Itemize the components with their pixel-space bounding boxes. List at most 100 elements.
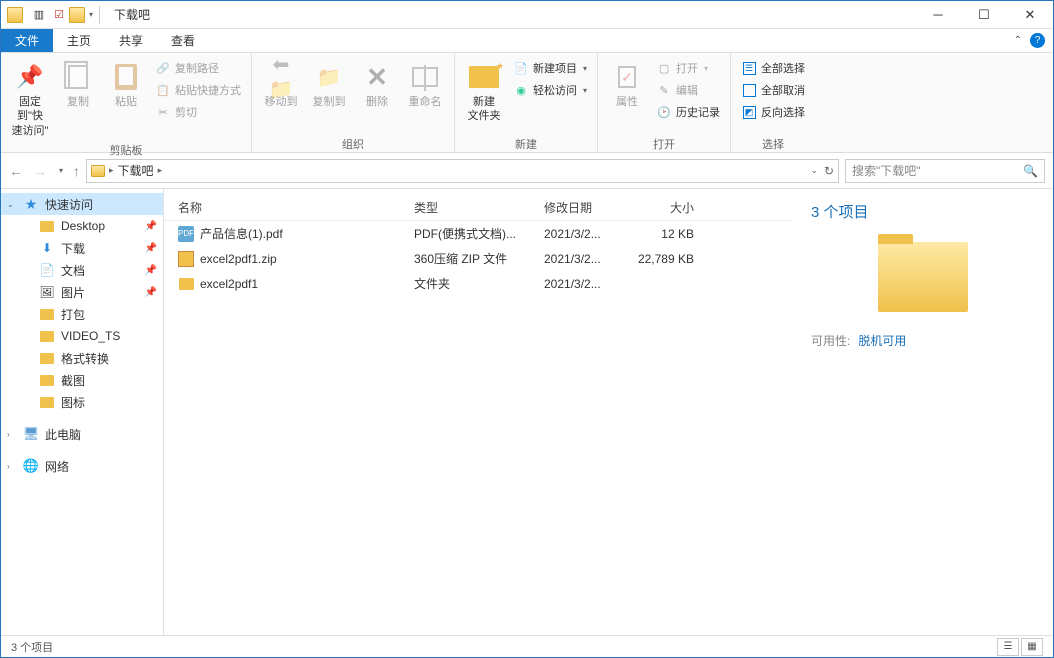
history-button[interactable]: 🕑 历史记录: [652, 101, 724, 123]
ribbon-group-open: ✓ 属性 ▢ 打开 ▾ ✎ 编辑 🕑 历史记录 打开: [598, 53, 731, 152]
properties-icon: ✓: [618, 66, 636, 88]
recent-dropdown-icon[interactable]: ▾: [59, 166, 63, 175]
file-name: excel2pdf1: [200, 277, 258, 291]
copy-path-button[interactable]: 🔗 复制路径: [151, 57, 245, 79]
delete-button[interactable]: ✕ 删除: [354, 57, 400, 113]
sidebar-item[interactable]: 打包: [1, 303, 163, 325]
folder-icon: [178, 276, 194, 292]
qat-folder-icon[interactable]: [69, 7, 85, 23]
paste-shortcut-icon: 📋: [155, 82, 171, 98]
zip-icon: [178, 251, 194, 267]
expand-icon[interactable]: ›: [7, 430, 10, 439]
paste-shortcut-button[interactable]: 📋 粘贴快捷方式: [151, 79, 245, 101]
sidebar-item[interactable]: Desktop📌: [1, 215, 163, 237]
copyto-icon: 📁: [317, 65, 342, 90]
address-arrow-icon[interactable]: ▸: [109, 165, 114, 176]
qat-dropdown-icon[interactable]: ▾: [89, 10, 93, 19]
copy-button[interactable]: 复制: [55, 57, 101, 113]
column-type[interactable]: 类型: [414, 199, 544, 216]
file-type: PDF(便携式文档)...: [414, 225, 544, 242]
sidebar-item-label: 格式转换: [61, 350, 109, 367]
sidebar-item[interactable]: 图标: [1, 391, 163, 413]
file-type: 360压缩 ZIP 文件: [414, 250, 544, 267]
expand-icon[interactable]: ⌄: [7, 200, 14, 209]
search-placeholder: 搜索"下载吧": [852, 162, 921, 179]
file-name: excel2pdf1.zip: [200, 252, 277, 266]
file-row[interactable]: excel2pdf1.zip360压缩 ZIP 文件2021/3/2...22,…: [164, 246, 793, 271]
select-none-button[interactable]: 全部取消: [737, 79, 809, 101]
file-row[interactable]: PDF产品信息(1).pdfPDF(便携式文档)...2021/3/2...12…: [164, 221, 793, 246]
details-folder-icon: [878, 242, 968, 312]
sidebar-item[interactable]: 📄 文档 📌: [1, 259, 163, 281]
navigation-bar: ← → ▾ ↑ ▸ 下载吧 ▸ ⌄ ↻ 搜索"下载吧" 🔍: [1, 153, 1053, 189]
up-button[interactable]: ↑: [73, 163, 80, 179]
details-pane: 3 个项目 可用性: 脱机可用: [793, 189, 1053, 635]
tab-share[interactable]: 共享: [105, 29, 157, 52]
file-date: 2021/3/2...: [544, 277, 624, 291]
edit-icon: ✎: [656, 82, 672, 98]
select-all-button[interactable]: ☰ 全部选择: [737, 57, 809, 79]
expand-icon[interactable]: ›: [7, 462, 10, 471]
file-date: 2021/3/2...: [544, 252, 624, 266]
sidebar-item[interactable]: 格式转换: [1, 347, 163, 369]
sidebar-network[interactable]: › 🌐 网络: [1, 455, 163, 477]
copyto-button[interactable]: 📁 复制到: [306, 57, 352, 113]
forward-button[interactable]: →: [33, 163, 47, 179]
moveto-button[interactable]: ⬅📁 移动到: [258, 57, 304, 113]
sidebar-item-label: 文档: [61, 262, 85, 279]
breadcrumb-item[interactable]: 下载吧: [118, 162, 154, 179]
easy-access-button[interactable]: ◉ 轻松访问 ▾: [509, 79, 591, 101]
search-icon[interactable]: 🔍: [1023, 164, 1038, 178]
search-box[interactable]: 搜索"下载吧" 🔍: [845, 159, 1045, 183]
address-folder-icon: [91, 165, 105, 177]
navigation-pane: ⌄ ★ 快速访问 Desktop📌⬇下载📌 📄 文档 📌 🖼图片📌打包VIDEO_TS 格…: [1, 189, 164, 635]
paste-button[interactable]: 粘贴: [103, 57, 149, 113]
new-folder-button[interactable]: 新建 文件夹: [461, 57, 507, 128]
edit-button[interactable]: ✎ 编辑: [652, 79, 724, 101]
pin-icon: 📌: [145, 265, 157, 276]
sidebar-item[interactable]: ⬇下载📌: [1, 237, 163, 259]
close-button[interactable]: ✕: [1007, 1, 1053, 29]
view-details-button[interactable]: ☰: [997, 638, 1019, 656]
refresh-button[interactable]: ↻: [824, 164, 834, 178]
ribbon-collapse-icon[interactable]: ⌃: [1014, 35, 1022, 46]
sidebar-item[interactable]: VIDEO_TS: [1, 325, 163, 347]
ribbon-group-organize: ⬅📁 移动到 📁 复制到 ✕ 删除 重命名 组织: [252, 53, 455, 152]
new-item-button[interactable]: 📄 新建项目 ▾: [509, 57, 591, 79]
tab-file[interactable]: 文件: [1, 29, 53, 52]
star-icon: ★: [23, 196, 39, 212]
file-row[interactable]: excel2pdf1文件夹2021/3/2...: [164, 271, 793, 296]
minimize-button[interactable]: ─: [915, 1, 961, 29]
sidebar-item[interactable]: 🖼图片📌: [1, 281, 163, 303]
column-name[interactable]: 名称: [164, 199, 414, 216]
maximize-button[interactable]: ☐: [961, 1, 1007, 29]
qat-properties-icon[interactable]: ▥: [31, 7, 47, 23]
column-date[interactable]: 修改日期: [544, 199, 624, 216]
address-bar[interactable]: ▸ 下载吧 ▸ ⌄ ↻: [86, 159, 839, 183]
column-size[interactable]: 大小: [624, 199, 714, 216]
doc-icon: 📄: [39, 262, 55, 278]
address-dropdown-icon[interactable]: ⌄: [810, 165, 818, 176]
pin-quick-access-button[interactable]: 📌 固定到"快 速访问": [7, 57, 53, 142]
ribbon-tabs: 文件 主页 共享 查看 ⌃ ?: [1, 29, 1053, 53]
invert-selection-button[interactable]: ◩ 反向选择: [737, 101, 809, 123]
ribbon-group-select: ☰ 全部选择 全部取消 ◩ 反向选择 选择: [731, 53, 815, 152]
sidebar-quick-access[interactable]: ⌄ ★ 快速访问: [1, 193, 163, 215]
qat-check-icon[interactable]: ☑: [51, 7, 67, 23]
properties-button[interactable]: ✓ 属性: [604, 57, 650, 113]
title-bar: ▥ ☑ ▾ 下载吧 ─ ☐ ✕: [1, 1, 1053, 29]
sidebar-this-pc[interactable]: › 🖥 此电脑: [1, 423, 163, 445]
help-icon[interactable]: ?: [1030, 33, 1045, 48]
address-arrow-icon[interactable]: ▸: [158, 165, 163, 176]
ribbon-group-clipboard: 📌 固定到"快 速访问" 复制 粘贴 🔗 复制路径 📋 粘贴快捷方式: [1, 53, 252, 152]
file-list: 名称 类型 修改日期 大小 PDF产品信息(1).pdfPDF(便携式文档)..…: [164, 189, 793, 635]
sidebar-item-label: 图标: [61, 394, 85, 411]
sidebar-item[interactable]: 截图: [1, 369, 163, 391]
rename-button[interactable]: 重命名: [402, 57, 448, 113]
open-button[interactable]: ▢ 打开 ▾: [652, 57, 724, 79]
back-button[interactable]: ←: [9, 163, 23, 179]
view-icons-button[interactable]: ▦: [1021, 638, 1043, 656]
tab-view[interactable]: 查看: [157, 29, 209, 52]
cut-button[interactable]: ✂ 剪切: [151, 101, 245, 123]
tab-home[interactable]: 主页: [53, 29, 105, 52]
